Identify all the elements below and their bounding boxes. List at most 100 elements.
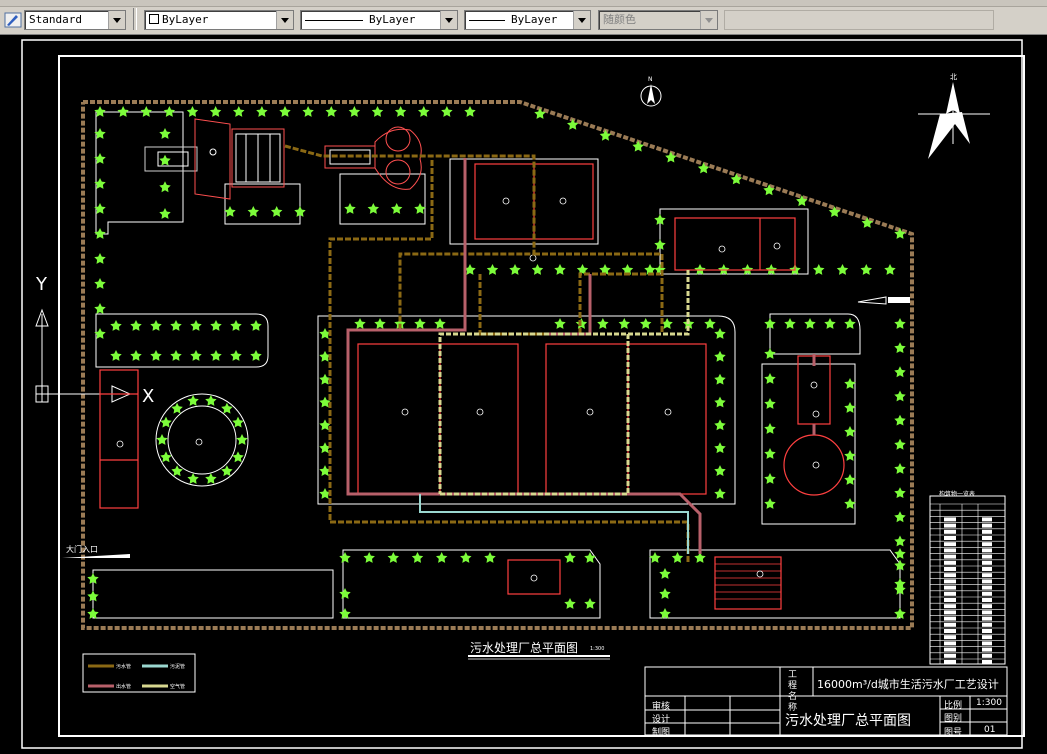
tree-icon <box>230 320 242 331</box>
tree-icon <box>860 264 872 275</box>
tree-icon <box>418 106 430 117</box>
table-cell <box>982 536 992 540</box>
tree-icon <box>387 552 399 563</box>
chevron-down-icon[interactable] <box>108 11 125 29</box>
chevron-down-icon[interactable] <box>573 11 590 29</box>
tree-icon <box>94 278 106 289</box>
chevron-down-icon[interactable] <box>440 11 457 29</box>
tree-icon <box>584 552 596 563</box>
tree-icon <box>714 442 726 454</box>
tree-icon <box>894 366 906 378</box>
legend-label: 出水管 <box>116 683 131 690</box>
tree-icon <box>813 264 825 275</box>
tree-icon <box>844 402 856 413</box>
table-cell <box>982 653 992 658</box>
tree-icon <box>554 318 566 329</box>
tree-icon <box>94 303 106 314</box>
table-cell <box>944 560 956 565</box>
tree-icon <box>894 342 906 353</box>
table-cell <box>982 616 992 621</box>
tree-icon <box>159 208 171 219</box>
north-arrow-small: N <box>640 76 662 107</box>
tree-icon <box>784 318 796 329</box>
tree-icon <box>233 106 245 117</box>
tree-icon <box>271 206 283 217</box>
tree-icon <box>894 511 906 523</box>
tree-icon <box>844 450 856 461</box>
site-boundary-wall <box>81 100 914 630</box>
tree-icon <box>649 552 661 563</box>
tree-icon <box>391 203 403 214</box>
tree-icon <box>339 588 351 599</box>
tree-icon <box>110 350 122 361</box>
dewatering-hatch <box>715 563 781 600</box>
tree-icon <box>159 154 171 166</box>
table-cell <box>944 622 956 627</box>
tree-icon <box>159 181 171 193</box>
aeration-tank-b <box>545 343 707 495</box>
tb-number-label: 图号 <box>944 728 963 738</box>
tree-icon <box>236 434 248 445</box>
tree-icon <box>764 498 776 509</box>
tree-icon <box>844 474 856 485</box>
tree-icon <box>714 488 726 499</box>
tree-icon <box>564 598 576 609</box>
tb-project-name: 16000m³/d城市生活污水厂工艺设计 <box>817 678 999 691</box>
layer-dropdown[interactable]: ByLayer <box>144 10 294 30</box>
table-cell <box>944 523 956 528</box>
table-cell <box>944 529 956 534</box>
lineweight-dropdown[interactable]: ByLayer <box>464 10 591 30</box>
tree-icon <box>130 350 142 361</box>
tree-icon <box>250 320 262 331</box>
tree-icon <box>187 473 199 484</box>
tree-icon <box>441 106 453 117</box>
table-cell <box>944 548 956 553</box>
tb-review-label: 审核 <box>652 702 671 712</box>
tree-icon <box>411 552 424 563</box>
plan-title: 污水处理厂总平面图 <box>470 641 579 655</box>
tree-icon <box>205 473 217 484</box>
tree-icon <box>159 128 171 139</box>
chevron-down-icon[interactable] <box>276 11 293 29</box>
tb-scale-label: 比例 <box>944 701 963 711</box>
table-cell <box>944 579 956 584</box>
tree-icon <box>414 203 426 214</box>
tb-drawing-name: 污水处理厂总平面图 <box>785 713 911 729</box>
tree-icon <box>531 264 544 275</box>
tree-icon <box>232 451 244 463</box>
tree-icon <box>714 419 726 431</box>
tree-icon <box>844 498 856 509</box>
sludge-dewatering <box>714 556 782 610</box>
legend-label: 空气管 <box>170 683 185 690</box>
pump-station <box>324 126 422 190</box>
plot-style-dropdown: 随颜色 <box>598 10 718 30</box>
tree-icon <box>156 434 168 445</box>
ucs-y-label: Y <box>35 274 48 295</box>
tree-icon <box>363 552 375 563</box>
table-cell <box>944 604 956 609</box>
tree-icon <box>894 487 906 498</box>
layer-value: ByLayer <box>162 13 209 26</box>
tree-icon <box>210 320 222 331</box>
tree-icon <box>894 390 906 402</box>
clarifier <box>783 434 845 496</box>
table-cell <box>944 536 956 540</box>
tree-icon <box>187 395 199 406</box>
tree-icon <box>230 350 242 361</box>
text-style-icon[interactable] <box>4 12 22 28</box>
tree-icon <box>374 318 386 329</box>
tree-icon <box>302 106 314 117</box>
text-style-dropdown[interactable]: Standard <box>24 10 126 30</box>
tree-icon <box>764 448 776 459</box>
tree-icon <box>509 264 521 275</box>
linetype-dropdown[interactable]: ByLayer <box>300 10 458 30</box>
linetype-preview <box>305 19 363 21</box>
table-cell <box>982 567 992 571</box>
plot-style-value: 随颜色 <box>603 13 636 26</box>
table-cell <box>944 554 956 559</box>
toolbar-separator <box>133 8 137 30</box>
toolbar-top-strip <box>0 0 1047 7</box>
table-cell <box>982 660 992 664</box>
tree-icon <box>436 552 448 563</box>
tree-icon <box>836 264 849 275</box>
